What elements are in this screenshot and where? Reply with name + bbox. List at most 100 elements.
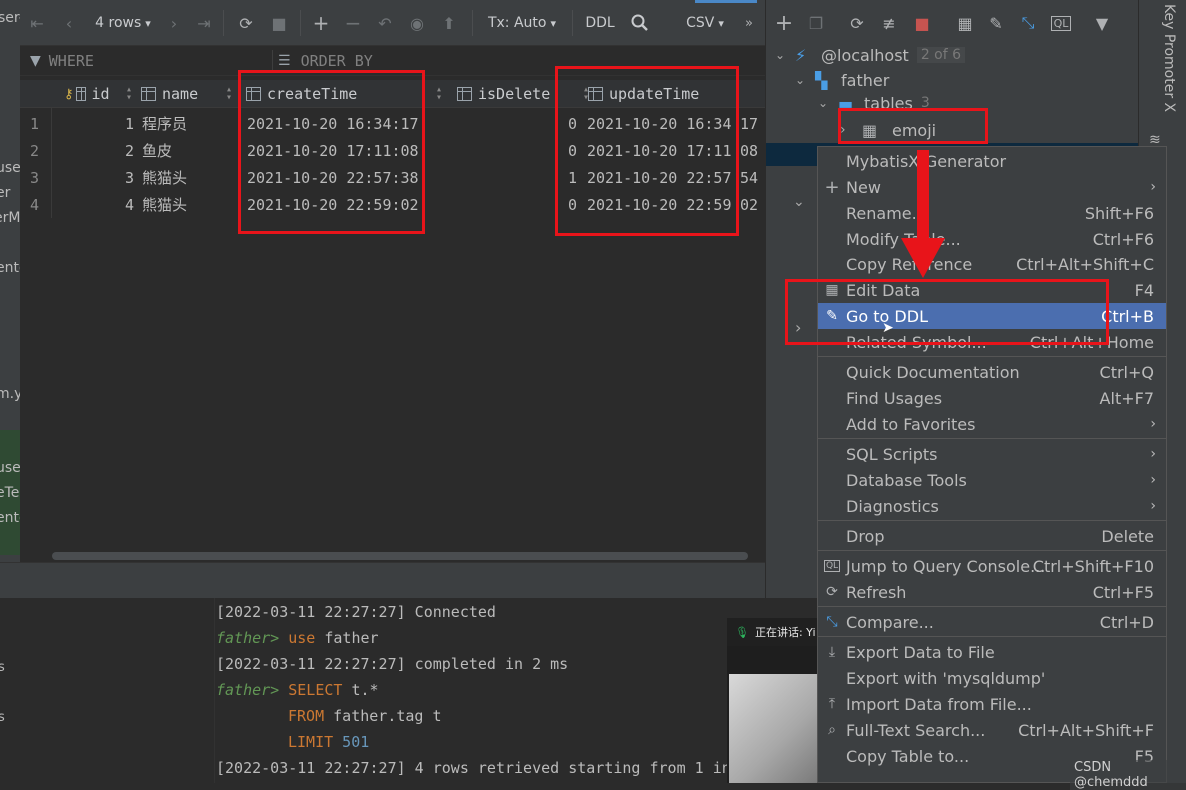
left-edge-text: er: [0, 185, 11, 201]
sort-arrows-icon[interactable]: ▴ ▾: [226, 85, 232, 103]
submit-icon[interactable]: ⬆: [438, 12, 460, 34]
column-label: id: [91, 85, 110, 103]
menu-item-database-tools[interactable]: Database Tools ›: [818, 467, 1166, 493]
column-icon: [75, 87, 86, 101]
sort-arrows-icon[interactable]: ▴ ▾: [126, 85, 132, 103]
sql-keyword: SELECT: [288, 681, 343, 699]
menu-item-copy-reference[interactable]: Copy Reference Ctrl+Alt+Shift+C: [818, 251, 1166, 277]
cell-name[interactable]: 程序员: [142, 111, 187, 138]
rows-count-dropdown[interactable]: 4 rows ▾: [88, 12, 158, 34]
duplicate-icon[interactable]: ❐: [805, 12, 827, 34]
key-column-icon: ⚷: [64, 86, 74, 102]
console-line: [2022-03-11 22:27:27] Connected: [216, 603, 496, 621]
disconnect-icon[interactable]: ■: [911, 12, 933, 34]
tree-node-localhost[interactable]: ⌄ ⚡ @localhost 2 of 6: [775, 44, 966, 66]
revert-icon[interactable]: ↶: [374, 12, 396, 34]
cell-id[interactable]: 2: [110, 138, 134, 165]
column-header-name[interactable]: name ▴ ▾: [141, 80, 236, 108]
sort-arrows-icon[interactable]: ▴ ▾: [436, 85, 442, 103]
column-label: isDelete: [478, 85, 551, 103]
chevron-down-icon[interactable]: ⌄: [793, 194, 805, 210]
menu-item-full-text-search[interactable]: ⌕ Full-Text Search... Ctrl+Alt+Shift+F: [818, 717, 1166, 743]
bottom-left-strip: s s: [0, 598, 214, 783]
host-badge: 2 of 6: [916, 47, 966, 63]
active-tab-indicator: [695, 0, 757, 3]
edit-icon[interactable]: ✎: [985, 12, 1007, 34]
left-edge-text: ente: [0, 510, 20, 526]
video-frame: [729, 674, 817, 783]
chevron-down-icon[interactable]: ⌄: [775, 48, 795, 62]
reload-icon[interactable]: ⟳: [234, 12, 258, 34]
cell-id[interactable]: 4: [110, 192, 134, 219]
scrollbar-thumb[interactable]: [52, 552, 748, 560]
menu-item-quick-documentation[interactable]: Quick Documentation Ctrl+Q: [818, 359, 1166, 385]
chevron-down-icon[interactable]: ⌄: [818, 96, 838, 110]
menu-item-sql-scripts[interactable]: SQL Scripts ›: [818, 441, 1166, 467]
menu-separator: [818, 356, 1166, 357]
menu-item-diagnostics[interactable]: Diagnostics ›: [818, 493, 1166, 519]
console-line: father> use father: [216, 629, 379, 647]
filter-icon[interactable]: ▼: [1091, 12, 1113, 34]
next-page-icon[interactable]: ›: [163, 12, 185, 34]
menu-item-drop[interactable]: Drop Delete: [818, 523, 1166, 549]
console-line: FROM father.tag t: [288, 707, 442, 725]
add-datasource-icon[interactable]: +: [773, 11, 795, 36]
cell-updatetime-overflow: 17: [740, 115, 759, 133]
cell-name[interactable]: 熊猫头: [142, 192, 187, 219]
menu-item-refresh[interactable]: ⟳ Refresh Ctrl+F5: [818, 579, 1166, 605]
menu-separator: [818, 606, 1166, 607]
menu-item-export-data-to-file[interactable]: ⤓ Export Data to File: [818, 639, 1166, 665]
sql-text: father.tag t: [324, 707, 442, 725]
last-page-icon[interactable]: ⇥: [193, 12, 215, 34]
menu-item-export-mysqldump[interactable]: Export with 'mysqldump': [818, 665, 1166, 691]
menu-item-mybatisx-generator[interactable]: MybatisX-Generator: [818, 148, 1166, 174]
menu-item-new[interactable]: + New ›: [818, 174, 1166, 200]
menu-item-jump-to-query-console[interactable]: QL Jump to Query Console... Ctrl+Shift+F10: [818, 553, 1166, 579]
transaction-mode-dropdown[interactable]: Tx: Auto ▾: [486, 12, 558, 34]
column-header-id[interactable]: ⚷ id ▴ ▾: [64, 80, 136, 108]
toolbar-separator: [472, 10, 473, 36]
add-row-icon[interactable]: +: [310, 11, 332, 35]
highlight-updatetime-column: [555, 66, 739, 236]
speaking-indicator: 🎙 正在讲话: Yi: [727, 618, 819, 646]
cell-name[interactable]: 鱼皮: [142, 138, 172, 165]
ddl-button[interactable]: DDL: [582, 12, 618, 34]
toolbar-separator: [223, 10, 224, 36]
menu-item-rename[interactable]: Rename... Shift+F6: [818, 200, 1166, 226]
chevron-down-icon[interactable]: ⌄: [795, 73, 815, 87]
stop-icon[interactable]: ■: [268, 12, 290, 34]
search-icon[interactable]: [628, 12, 652, 34]
menu-item-add-to-favorites[interactable]: Add to Favorites ›: [818, 411, 1166, 437]
data-editor-toolbar: ⇤ ‹ 4 rows ▾ › ⇥ ⟳ ■ + − ↶ ◉ ⬆ Tx: Auto …: [20, 0, 765, 46]
submenu-arrow-icon: ›: [1150, 179, 1156, 195]
column-icon: [457, 87, 472, 101]
key-promoter-tab[interactable]: Key Promoter X: [1161, 4, 1177, 112]
horizontal-scrollbar[interactable]: [20, 550, 765, 562]
table-view-icon[interactable]: ▦: [953, 12, 977, 34]
schema-settings-icon[interactable]: ≢: [877, 12, 901, 34]
menu-separator: [818, 438, 1166, 439]
first-page-icon[interactable]: ⇤: [26, 12, 48, 34]
more-actions-icon[interactable]: »: [738, 12, 760, 34]
menu-item-compare[interactable]: ⤡ Compare... Ctrl+D: [818, 609, 1166, 635]
tree-node-schema[interactable]: ⌄ ▚ father: [795, 69, 889, 91]
cell-id[interactable]: 1: [110, 111, 134, 138]
cell-id[interactable]: 3: [110, 165, 134, 192]
menu-item-modify-table[interactable]: Modify Table...Ctrl+F6: [818, 226, 1166, 252]
cell-name[interactable]: 熊猫头: [142, 165, 187, 192]
menu-item-import-data[interactable]: ⤒ Import Data from File...: [818, 691, 1166, 717]
preview-changes-icon[interactable]: ◉: [406, 12, 428, 34]
refresh-icon[interactable]: ⟳: [845, 12, 869, 34]
where-filter-input[interactable]: ▼ WHERE: [20, 46, 270, 76]
jump-icon[interactable]: ⤡: [1017, 12, 1039, 34]
export-format-dropdown[interactable]: CSV ▾: [680, 12, 730, 34]
bottom-panel-header: [0, 562, 765, 598]
watermark: CSDN @chemddd: [1070, 760, 1186, 790]
sql-text: t.*: [342, 681, 379, 699]
delete-row-icon[interactable]: −: [342, 11, 364, 35]
prev-page-icon[interactable]: ‹: [58, 12, 80, 34]
menu-item-find-usages[interactable]: Find Usages Alt+F7: [818, 385, 1166, 411]
console-line: [2022-03-11 22:27:27] 4 rows retrieved s…: [216, 759, 731, 777]
console-icon[interactable]: QL: [1049, 12, 1073, 34]
console-line: father> SELECT t.*: [216, 681, 379, 699]
